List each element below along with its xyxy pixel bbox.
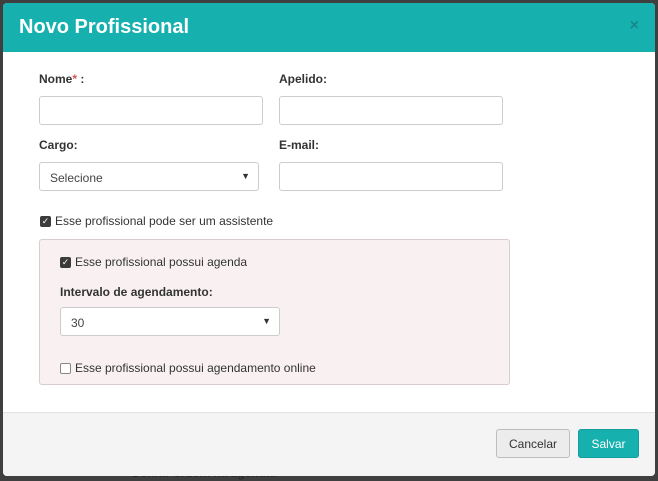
modal-title: Novo Profissional <box>19 16 190 38</box>
modal-body: Nome* : Apelido: Cargo: Selecione ▼ E-ma… <box>3 52 655 412</box>
chevron-down-icon: ▼ <box>262 316 271 326</box>
intervalo-label: Intervalo de agendamento: <box>60 285 213 299</box>
assistente-option[interactable]: ✓ Esse profissional pode ser um assisten… <box>40 214 273 228</box>
agenda-panel: ✓ Esse profissional possui agenda Interv… <box>39 239 510 385</box>
assistente-label: Esse profissional pode ser um assistente <box>55 214 274 228</box>
assistente-checkbox[interactable]: ✓ <box>40 215 51 227</box>
close-icon[interactable]: × <box>630 17 639 35</box>
modal-header: Novo Profissional × <box>3 3 655 52</box>
intervalo-selected-value: 30 <box>71 316 85 330</box>
cancel-button[interactable]: Cancelar <box>496 429 570 458</box>
email-input[interactable] <box>279 162 503 191</box>
nome-input[interactable] <box>39 96 263 125</box>
new-professional-modal: Novo Profissional × Nome* : Apelido: Car… <box>3 3 655 476</box>
cargo-selected-value: Selecione <box>50 171 103 185</box>
cargo-select[interactable]: Selecione ▼ <box>39 162 259 191</box>
nome-label-suffix: : <box>77 72 85 86</box>
intervalo-select[interactable]: 30 ▼ <box>60 307 280 336</box>
online-label: Esse profissional possui agendamento onl… <box>75 361 316 375</box>
email-label: E-mail: <box>279 138 320 152</box>
cargo-label: Cargo: <box>39 138 78 152</box>
apelido-input[interactable] <box>279 96 503 125</box>
chevron-down-icon: ▼ <box>241 171 250 181</box>
agenda-checkbox[interactable]: ✓ <box>60 256 71 268</box>
online-option[interactable]: Esse profissional possui agendamento onl… <box>60 361 316 375</box>
nome-label: Nome* : <box>39 72 84 86</box>
apelido-label: Apelido: <box>279 72 327 86</box>
online-checkbox[interactable] <box>60 362 71 374</box>
nome-label-text: Nome <box>39 72 73 86</box>
agenda-option[interactable]: ✓ Esse profissional possui agenda <box>60 255 247 269</box>
save-button[interactable]: Salvar <box>578 429 639 458</box>
agenda-label: Esse profissional possui agenda <box>75 255 248 269</box>
modal-footer: Cancelar Salvar <box>3 412 655 476</box>
